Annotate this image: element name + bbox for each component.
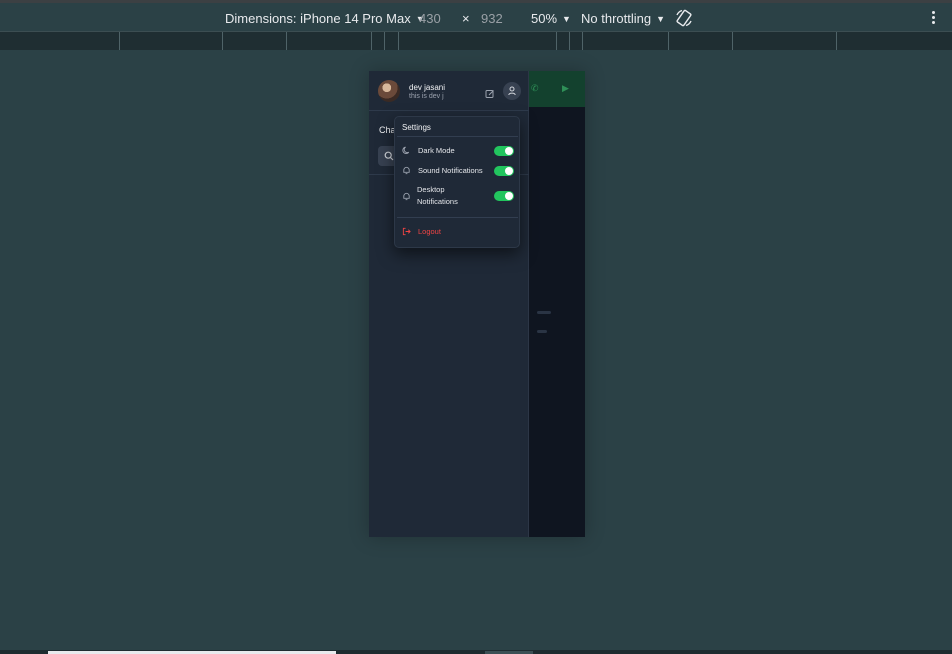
settings-menu-title: Settings xyxy=(402,123,431,132)
sidebar: dev jasani this is dev j Cha Settings Da… xyxy=(369,71,529,537)
profile-button[interactable] xyxy=(503,82,521,100)
menu-item-sound-notifications[interactable]: Sound Notifications xyxy=(395,164,521,178)
menu-item-label: Dark Mode xyxy=(418,146,455,155)
ruler-segment[interactable] xyxy=(836,32,837,50)
placeholder-text-line xyxy=(537,311,551,314)
ruler-segment[interactable] xyxy=(732,32,733,50)
zoom-label: 50% xyxy=(531,11,558,26)
device-select-label: Dimensions: iPhone 14 Pro Max xyxy=(225,11,411,26)
logout-label: Logout xyxy=(418,227,441,236)
menu-item-label: Sound Notifications xyxy=(418,166,483,175)
menu-item-label: Desktop xyxy=(417,185,445,194)
ruler-segment[interactable] xyxy=(668,32,669,50)
ruler-segment[interactable] xyxy=(569,32,570,50)
menu-divider xyxy=(397,136,518,137)
chat-area xyxy=(529,107,585,537)
placeholder-text-line xyxy=(537,330,547,333)
chevron-down-icon: ▼ xyxy=(562,14,571,24)
device-toolbar: Dimensions: iPhone 14 Pro Max ▼ 430 × 932… xyxy=(0,0,952,31)
video-icon: ▶ xyxy=(562,83,569,93)
ruler-segment[interactable] xyxy=(119,32,120,50)
chevron-down-icon: ▼ xyxy=(656,14,666,24)
logout-button[interactable]: Logout xyxy=(395,225,521,239)
ruler-segment[interactable] xyxy=(371,32,372,50)
settings-menu: Settings Dark Mode Sound Notifications D… xyxy=(394,116,520,248)
ruler-segment[interactable] xyxy=(582,32,583,50)
logout-icon xyxy=(402,227,411,236)
device-viewport: ✆ ▶ dev jasani this is dev j Cha Setting… xyxy=(369,71,585,537)
throttle-label: No throttling xyxy=(581,11,652,26)
phone-icon: ✆ xyxy=(531,83,539,93)
throttle-select[interactable]: No throttling ▼ xyxy=(581,11,665,26)
zoom-select[interactable]: 50% ▼ xyxy=(531,11,571,26)
ruler-segment[interactable] xyxy=(398,32,399,50)
rotate-icon[interactable] xyxy=(674,8,694,28)
menu-item-desktop-notifications[interactable]: Desktop Notifications xyxy=(395,184,521,210)
edit-icon[interactable] xyxy=(485,86,495,98)
height-input[interactable]: 932 xyxy=(481,11,521,26)
user-status: this is dev j xyxy=(409,93,444,100)
sidebar-header: dev jasani this is dev j xyxy=(369,71,529,111)
toggle-knob xyxy=(505,147,513,155)
more-options-icon[interactable] xyxy=(930,10,936,26)
device-select[interactable]: Dimensions: iPhone 14 Pro Max ▼ xyxy=(225,11,425,26)
sound-notifications-toggle[interactable] xyxy=(494,166,514,176)
user-name: dev jasani xyxy=(409,83,446,92)
toggle-knob xyxy=(505,167,513,175)
ruler-segment[interactable] xyxy=(222,32,223,50)
times-separator: × xyxy=(462,11,470,26)
desktop-notifications-toggle[interactable] xyxy=(494,191,514,201)
bell-icon xyxy=(403,192,410,201)
menu-item-label: Notifications xyxy=(417,197,458,206)
toggle-knob xyxy=(505,192,513,200)
menu-divider xyxy=(397,217,518,218)
dark-mode-toggle[interactable] xyxy=(494,146,514,156)
avatar[interactable] xyxy=(378,80,400,102)
user-icon xyxy=(508,86,516,96)
bell-icon xyxy=(403,166,410,175)
search-icon xyxy=(384,151,394,161)
media-query-ruler xyxy=(0,31,952,50)
moon-icon xyxy=(402,146,410,154)
ruler-segment[interactable] xyxy=(556,32,557,50)
width-input[interactable]: 430 xyxy=(419,11,459,26)
ruler-segment[interactable] xyxy=(384,32,385,50)
menu-item-dark-mode[interactable]: Dark Mode xyxy=(395,144,521,158)
ruler-segment[interactable] xyxy=(286,32,287,50)
